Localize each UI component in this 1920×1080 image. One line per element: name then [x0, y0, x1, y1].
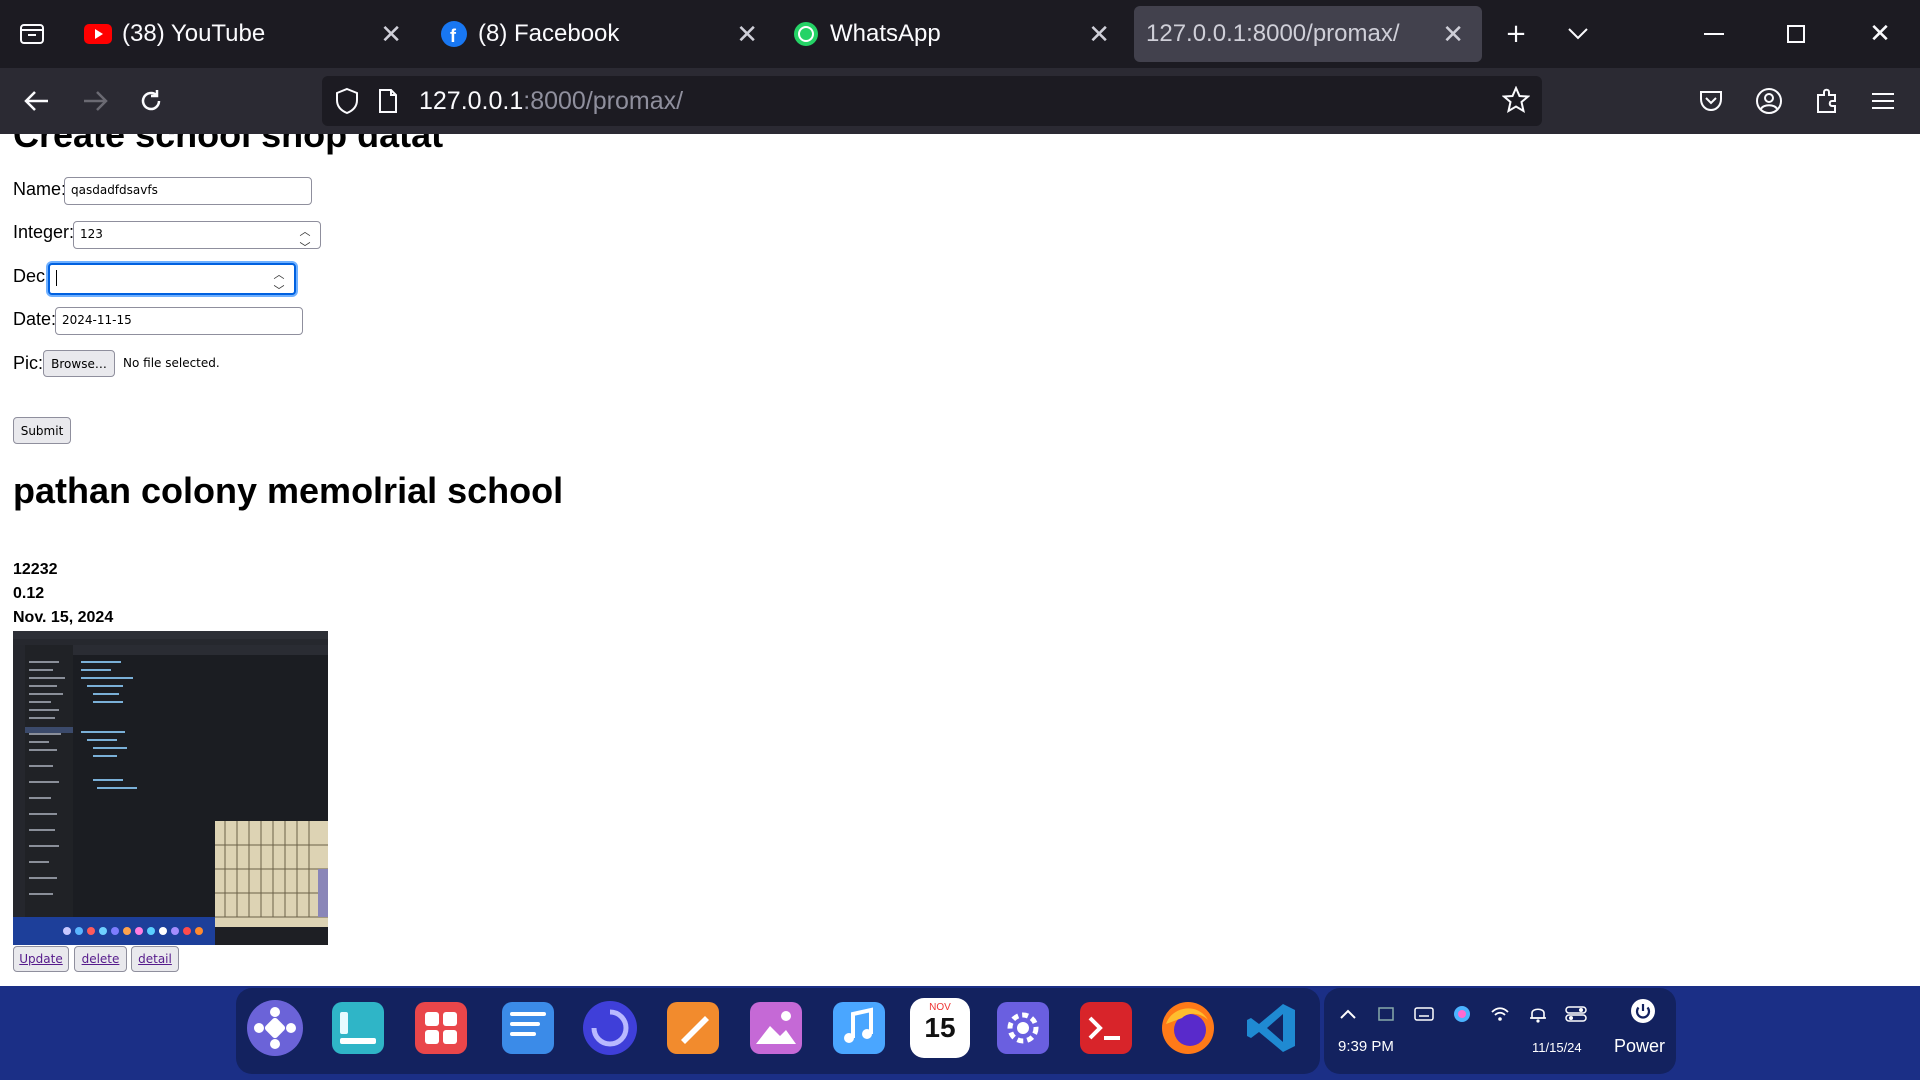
tab-title: WhatsApp — [830, 20, 941, 47]
record-picture — [13, 631, 328, 945]
notes-icon[interactable] — [498, 998, 558, 1058]
tab-title: 127.0.0.1:8000/promax/ — [1146, 20, 1400, 47]
record-integer: 12232 — [13, 561, 58, 578]
pic-label: Pic: — [13, 353, 44, 373]
deepin-editor-icon[interactable] — [663, 998, 723, 1058]
delete-button[interactable]: delete — [74, 946, 127, 972]
account-icon[interactable] — [1748, 80, 1790, 122]
new-tab-icon[interactable]: + — [1496, 14, 1536, 54]
text-cursor — [56, 270, 57, 286]
reload-icon[interactable] — [130, 80, 172, 122]
power-button[interactable]: Power — [1604, 996, 1680, 1076]
taskbar: NOV 15 9:39 PM 11/15/24 Power — [0, 986, 1920, 1080]
keyboard-icon[interactable] — [1412, 1002, 1436, 1026]
integer-input[interactable]: 123 ︿ ﹀ — [73, 221, 321, 254]
color-picker-icon[interactable] — [1450, 1002, 1474, 1026]
tab-promax[interactable]: 127.0.0.1:8000/promax/ ✕ — [1134, 6, 1482, 62]
bookmark-star-icon[interactable] — [1501, 85, 1531, 118]
school-name-heading: pathan colony memolrial school — [13, 470, 564, 511]
control-center-icon[interactable] — [1564, 1002, 1588, 1026]
page-content: Create school shop datat Name: qasdadfds… — [0, 134, 1920, 986]
close-window-icon[interactable]: ✕ — [1860, 14, 1900, 54]
extensions-icon[interactable] — [1806, 80, 1848, 122]
url-path: :8000/promax/ — [523, 87, 684, 115]
integer-stepper[interactable]: ︿ ﹀ — [296, 223, 314, 254]
close-tab-icon[interactable]: ✕ — [380, 20, 402, 48]
integer-value: 123 — [80, 227, 103, 241]
tab-overview-icon[interactable] — [12, 14, 52, 54]
calendar-icon[interactable]: NOV 15 — [910, 998, 970, 1058]
facebook-icon: f — [440, 20, 468, 48]
close-tab-icon[interactable]: ✕ — [1442, 20, 1464, 48]
shield-icon[interactable] — [334, 87, 360, 119]
submit-button[interactable]: Submit — [13, 417, 71, 444]
tab-youtube[interactable]: (38) YouTube ✕ — [70, 6, 420, 62]
whatsapp-icon — [792, 20, 820, 48]
dec-stepper[interactable]: ︿ ﹀ — [270, 266, 288, 297]
tab-whatsapp[interactable]: WhatsApp ✕ — [778, 6, 1128, 62]
launcher-icon[interactable] — [245, 998, 305, 1058]
youtube-icon — [84, 20, 112, 48]
form-heading: Create school shop datat — [13, 134, 444, 155]
chevron-up-icon[interactable]: ︿ — [300, 223, 311, 239]
dec-label: Dec: — [13, 266, 51, 286]
tab-title: (38) YouTube — [122, 20, 266, 47]
app-dock: NOV 15 — [236, 988, 1320, 1074]
back-arrow-icon[interactable] — [16, 80, 58, 122]
firefox-icon[interactable] — [1158, 998, 1218, 1058]
update-button[interactable]: Update — [13, 946, 69, 972]
integer-label: Integer: — [13, 222, 75, 242]
url-host: 127.0.0.1 — [419, 87, 524, 115]
record-decimal: 0.12 — [13, 585, 45, 602]
file-status: No file selected. — [123, 356, 220, 370]
settings-gear-icon[interactable] — [993, 998, 1053, 1058]
tab-title: (8) Facebook — [478, 20, 620, 47]
svg-text:f: f — [450, 26, 457, 46]
clipboard-icon[interactable] — [1374, 1002, 1398, 1026]
clock-date[interactable]: 11/15/24 — [1532, 1040, 1582, 1055]
minimize-icon[interactable] — [1694, 14, 1734, 54]
address-bar[interactable]: 127.0.0.1:8000/promax/ — [322, 76, 1542, 126]
tray-expand-chevron-icon[interactable] — [1336, 1002, 1360, 1026]
url-text[interactable]: 127.0.0.1:8000/promax/ — [419, 87, 683, 116]
vscode-icon[interactable] — [1241, 998, 1301, 1058]
pocket-icon[interactable] — [1690, 80, 1732, 122]
notification-bell-icon[interactable] — [1526, 1002, 1550, 1026]
power-icon — [1630, 998, 1656, 1028]
name-label: Name: — [13, 179, 67, 199]
tab-facebook[interactable]: f (8) Facebook ✕ — [426, 6, 776, 62]
record-date: Nov. 15, 2024 — [13, 609, 114, 626]
detail-button[interactable]: detail — [131, 946, 179, 972]
forward-arrow-icon[interactable] — [74, 80, 116, 122]
photos-icon[interactable] — [746, 998, 806, 1058]
calendar-day: 15 — [924, 1012, 956, 1043]
browser-orbit-icon[interactable] — [580, 998, 640, 1058]
close-tab-icon[interactable]: ✕ — [736, 20, 758, 48]
close-tab-icon[interactable]: ✕ — [1088, 20, 1110, 48]
navigation-bar: 127.0.0.1:8000/promax/ — [0, 68, 1920, 134]
file-manager-icon[interactable] — [328, 998, 388, 1058]
menu-hamburger-icon[interactable] — [1862, 80, 1904, 122]
chevron-down-icon[interactable]: ﹀ — [300, 239, 311, 255]
music-icon[interactable] — [829, 998, 889, 1058]
tab-list-chevron-icon[interactable] — [1558, 14, 1598, 54]
clock-time[interactable]: 9:39 PM — [1338, 1038, 1394, 1055]
browse-button[interactable]: Browse… — [43, 350, 115, 377]
power-label: Power — [1614, 1036, 1666, 1056]
date-value: 2024-11-15 — [62, 313, 132, 327]
chevron-down-icon[interactable]: ﹀ — [274, 282, 285, 298]
app-store-icon[interactable] — [411, 998, 471, 1058]
name-value: qasdadfdsavfs — [71, 183, 158, 197]
tab-strip: (38) YouTube ✕ f (8) Facebook ✕ WhatsApp… — [0, 0, 1920, 68]
name-input[interactable]: qasdadfdsavfs — [64, 177, 312, 205]
maximize-icon[interactable] — [1776, 14, 1816, 54]
wifi-icon[interactable] — [1488, 1002, 1512, 1026]
page-info-icon[interactable] — [378, 88, 398, 118]
editor-screenshot-image — [13, 631, 328, 945]
dec-input[interactable]: ︿ ﹀ — [48, 263, 296, 297]
date-input[interactable]: 2024-11-15 — [55, 307, 303, 335]
terminal-icon[interactable] — [1076, 998, 1136, 1058]
chevron-up-icon[interactable]: ︿ — [274, 266, 285, 282]
date-label: Date: — [13, 309, 57, 329]
